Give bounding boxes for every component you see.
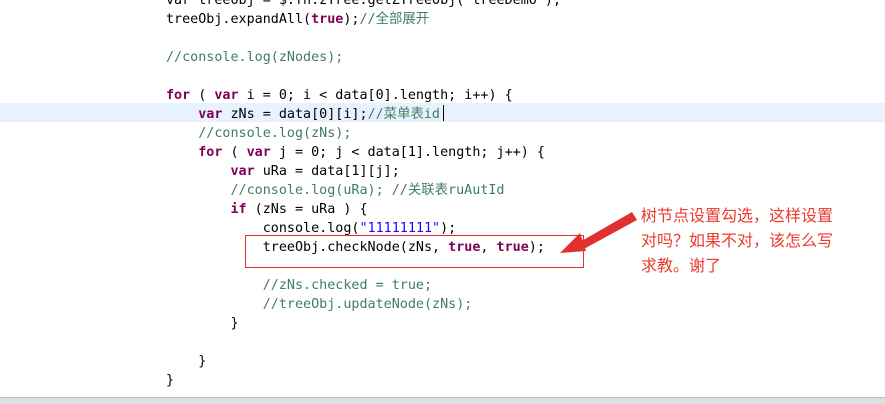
annotation-arrow-icon: [560, 212, 637, 253]
editor-bottom-border: [0, 397, 885, 404]
annotation-text: 树节点设置勾选，这样设置 对吗？如果不对，该怎么写 求教。谢了: [641, 206, 834, 275]
code-editor[interactable]: var treeObj = $.fn.zTree.getZTreeObj("tr…: [0, 0, 885, 397]
